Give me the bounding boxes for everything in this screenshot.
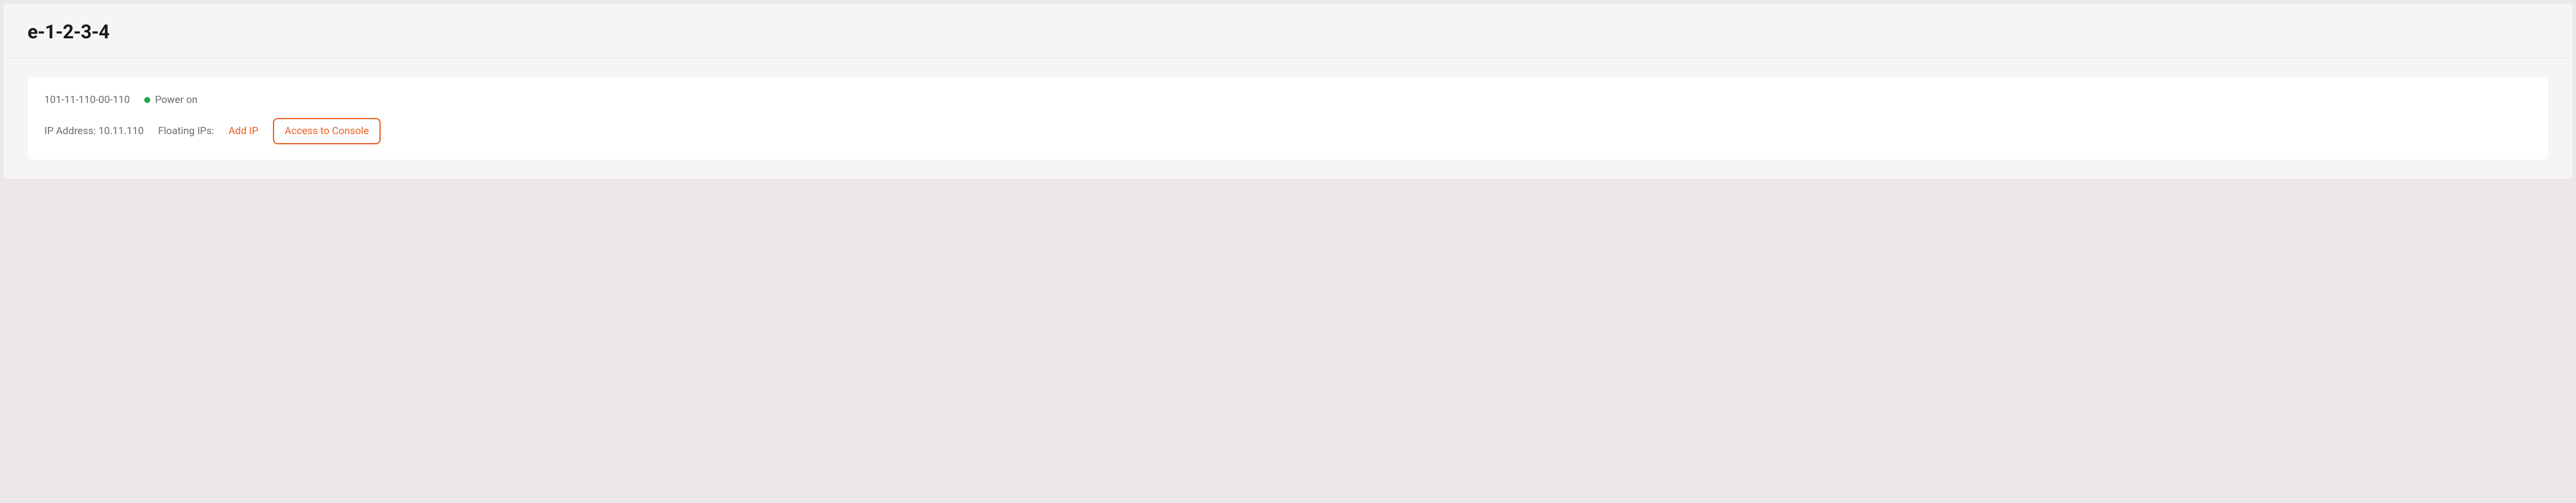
power-status-icon [144, 97, 150, 103]
floating-ips-label: Floating IPs: [158, 125, 214, 137]
network-row: IP Address: 10.11.110 Floating IPs: Add … [44, 118, 2532, 144]
status-row: 101-11-110-00-110 Power on [44, 94, 2532, 106]
server-id: 101-11-110-00-110 [44, 94, 130, 106]
access-console-button[interactable]: Access to Console [273, 118, 381, 144]
status-group: Power on [144, 94, 198, 106]
page-container: e-1-2-3-4 101-11-110-00-110 Power on IP … [4, 4, 2572, 179]
add-ip-link[interactable]: Add IP [229, 125, 259, 137]
page-header: e-1-2-3-4 [4, 4, 2572, 58]
server-card: 101-11-110-00-110 Power on IP Address: 1… [28, 77, 2548, 160]
page-content: 101-11-110-00-110 Power on IP Address: 1… [4, 58, 2572, 179]
page-title: e-1-2-3-4 [28, 20, 2548, 43]
ip-address-group: IP Address: 10.11.110 [44, 125, 144, 137]
ip-address-label: IP Address: [44, 125, 98, 137]
status-text: Power on [155, 94, 198, 106]
ip-address-value: 10.11.110 [98, 125, 144, 137]
